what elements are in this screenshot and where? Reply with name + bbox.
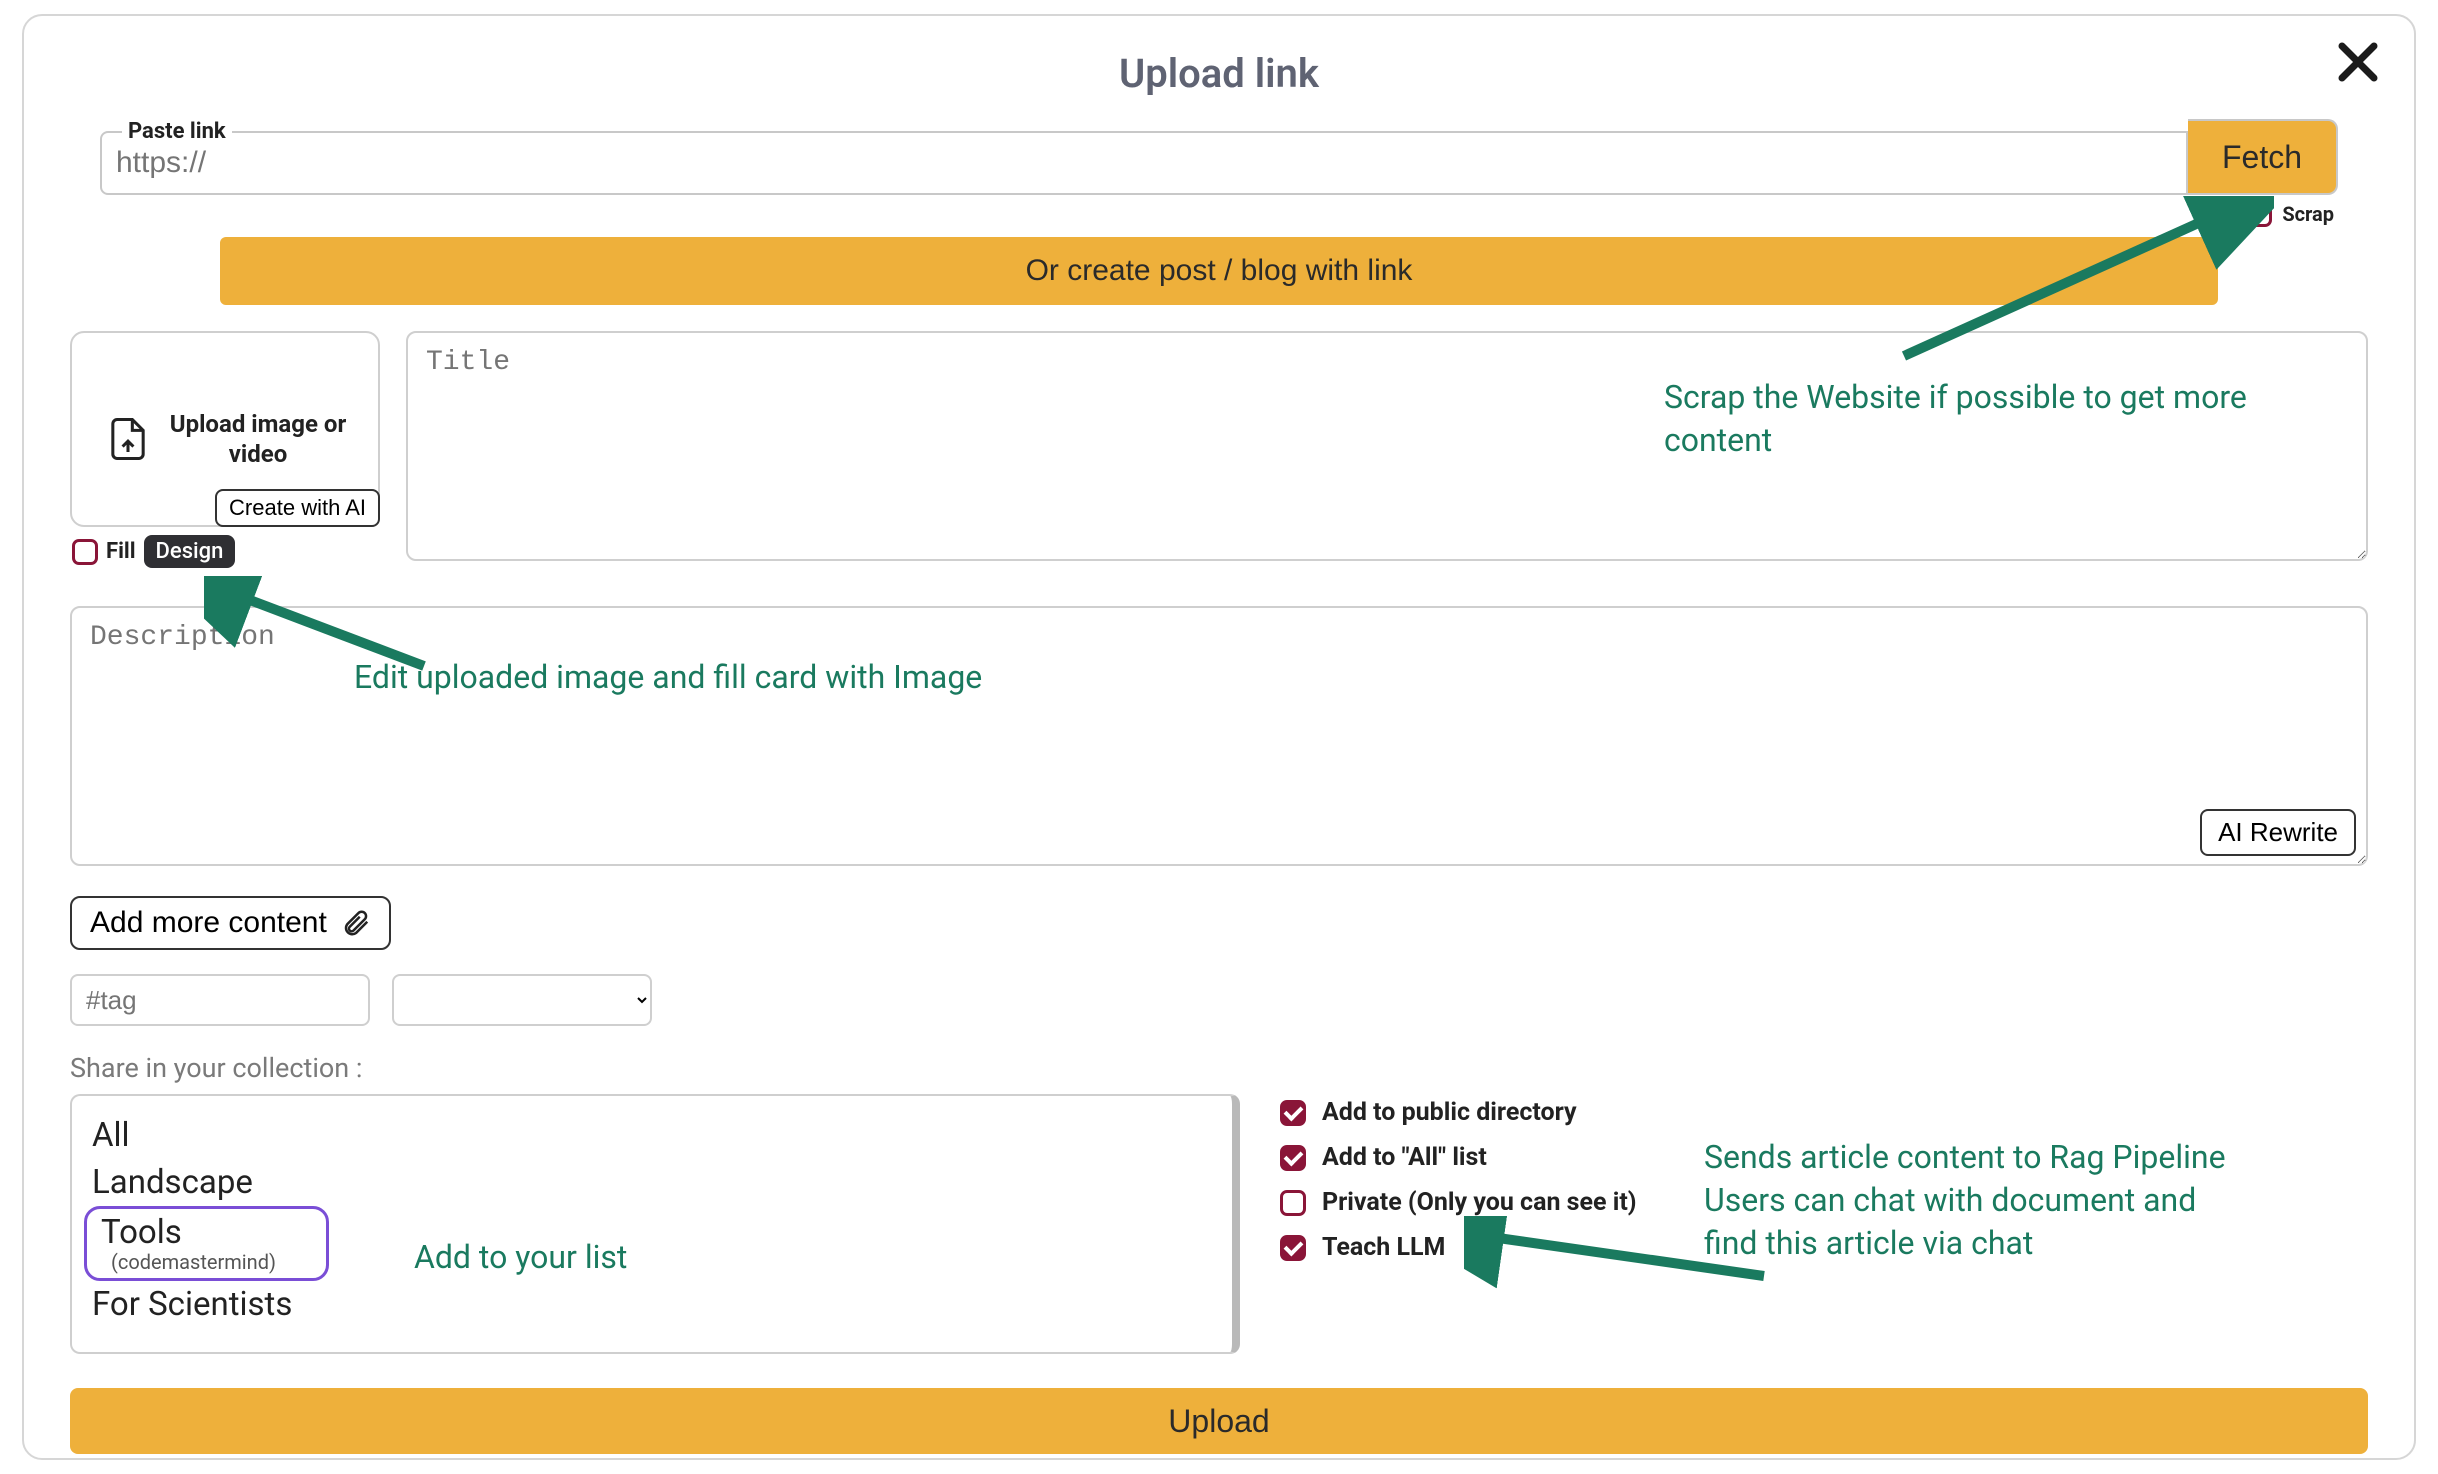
close-button[interactable] xyxy=(2330,34,2386,90)
content-row: Upload image or video Create with AI Fil… xyxy=(70,331,2368,568)
option-add-all[interactable]: Add to "All" list xyxy=(1280,1143,1637,1172)
option-public-directory[interactable]: Add to public directory xyxy=(1280,1098,1637,1127)
close-icon xyxy=(2334,38,2382,86)
public-directory-checkbox[interactable] xyxy=(1280,1100,1306,1126)
collections-list[interactable]: AllLandscapeTools(codemastermind)For Sci… xyxy=(70,1094,1240,1354)
fill-checkbox[interactable] xyxy=(72,539,98,565)
add-all-checkbox[interactable] xyxy=(1280,1145,1306,1171)
ai-rewrite-button[interactable]: AI Rewrite xyxy=(2200,809,2356,856)
options-column: Add to public directory Add to "All" lis… xyxy=(1280,1094,1637,1262)
link-row: Paste link Fetch xyxy=(100,119,2338,195)
teach-llm-checkbox[interactable] xyxy=(1280,1235,1306,1261)
upload-card[interactable]: Upload image or video Create with AI xyxy=(70,331,380,527)
scrap-row: Scrap xyxy=(70,201,2334,227)
tag-input[interactable] xyxy=(70,974,370,1026)
private-checkbox[interactable] xyxy=(1280,1190,1306,1216)
description-wrap: AI Rewrite xyxy=(70,606,2368,870)
fill-label: Fill xyxy=(106,539,136,564)
below-card-controls: Fill Design xyxy=(72,535,380,568)
link-fieldset: Paste link xyxy=(100,119,2188,195)
upload-link-modal: Upload link Paste link Fetch Scrap Or cr… xyxy=(22,14,2416,1460)
collection-item[interactable]: Tools(codemastermind) xyxy=(84,1206,329,1281)
link-legend: Paste link xyxy=(122,119,232,144)
title-area xyxy=(406,331,2368,568)
upload-card-text: Upload image or video xyxy=(168,409,348,469)
share-label: Share in your collection : xyxy=(70,1052,2368,1084)
link-input[interactable] xyxy=(116,144,2172,192)
modal-title: Upload link xyxy=(70,50,2368,97)
add-more-content-button[interactable]: Add more content xyxy=(70,896,391,950)
option-teach-llm[interactable]: Teach LLM xyxy=(1280,1233,1637,1262)
collection-item[interactable]: All xyxy=(92,1112,1212,1159)
tag-row xyxy=(70,974,2368,1026)
description-input[interactable] xyxy=(70,606,2368,866)
design-button[interactable]: Design xyxy=(144,535,236,568)
option-private[interactable]: Private (Only you can see it) xyxy=(1280,1188,1637,1217)
scrap-checkbox[interactable] xyxy=(2246,201,2272,227)
attachment-icon xyxy=(341,908,371,938)
title-input[interactable] xyxy=(406,331,2368,561)
add-more-label: Add more content xyxy=(90,906,327,940)
create-with-ai-button[interactable]: Create with AI xyxy=(215,489,380,527)
fetch-button[interactable]: Fetch xyxy=(2188,119,2338,195)
upload-card-column: Upload image or video Create with AI Fil… xyxy=(70,331,380,568)
collection-item[interactable]: For Scientists xyxy=(92,1281,1212,1328)
collection-item[interactable]: Landscape xyxy=(92,1159,1212,1206)
scrap-label: Scrap xyxy=(2282,202,2334,226)
upload-file-icon xyxy=(102,413,154,465)
upload-button[interactable]: Upload xyxy=(70,1388,2368,1454)
bottom-row: AllLandscapeTools(codemastermind)For Sci… xyxy=(70,1094,2368,1354)
create-post-button[interactable]: Or create post / blog with link xyxy=(220,237,2218,305)
tag-select[interactable] xyxy=(392,974,652,1026)
